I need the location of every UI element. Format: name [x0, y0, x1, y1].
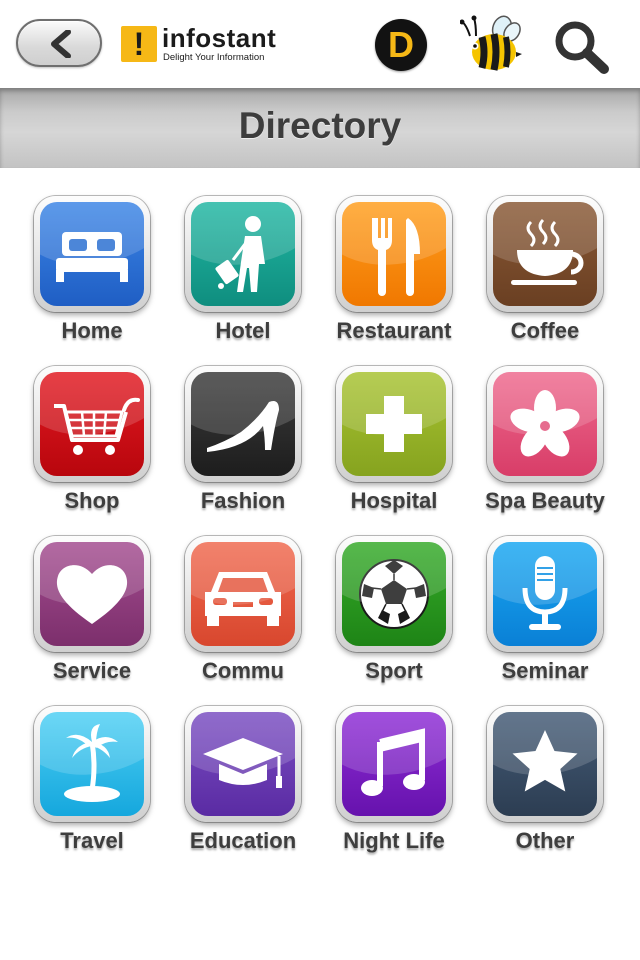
category-seminar[interactable]: Seminar — [453, 508, 604, 683]
tile-frame — [185, 196, 301, 312]
category-travel[interactable]: Travel — [0, 678, 151, 853]
category-fashion[interactable]: Fashion — [151, 338, 302, 513]
tile-face — [191, 542, 295, 646]
tile-frame — [336, 706, 452, 822]
tile-face — [493, 372, 597, 476]
plus-cross-icon — [366, 396, 422, 452]
tile-frame — [336, 536, 452, 652]
category-service[interactable]: Service — [0, 508, 151, 683]
bee-button[interactable] — [459, 12, 524, 76]
search-icon — [555, 21, 609, 74]
fork-knife-icon — [372, 218, 420, 296]
star-icon — [512, 730, 578, 792]
category-hotel[interactable]: Hotel — [151, 168, 302, 343]
brand-tagline: Delight Your Information — [163, 52, 265, 63]
tile-frame — [336, 196, 452, 312]
category-other[interactable]: Other — [453, 678, 604, 853]
top-bar: ! infostant Delight Your Information D — [0, 0, 640, 88]
tile-frame — [487, 536, 603, 652]
tile-frame — [487, 366, 603, 482]
palm-island-icon — [64, 724, 120, 802]
graduation-cap-icon — [203, 738, 283, 788]
tile-face — [493, 712, 597, 816]
brand-name: infostant — [162, 23, 277, 53]
tile-face — [493, 202, 597, 306]
microphone-icon — [522, 556, 568, 630]
category-label: Other — [515, 828, 575, 853]
shopping-cart-icon — [54, 397, 140, 455]
category-education[interactable]: Education — [151, 678, 302, 853]
tile-frame — [185, 366, 301, 482]
tile-frame — [185, 706, 301, 822]
category-restaurant[interactable]: Restaurant — [302, 168, 453, 343]
tile-face — [191, 372, 295, 476]
tile-face — [342, 542, 446, 646]
category-sport[interactable]: Sport — [302, 508, 453, 683]
tile-frame — [336, 366, 452, 482]
category-shop[interactable]: Shop — [0, 338, 151, 513]
d-label: D — [388, 24, 414, 65]
tile-face — [40, 542, 144, 646]
page-title: Directory — [238, 105, 402, 146]
car-icon — [205, 572, 281, 626]
tile-frame — [185, 536, 301, 652]
tile-face — [40, 202, 144, 306]
back-button[interactable] — [16, 19, 102, 67]
tile-frame — [34, 196, 150, 312]
soccer-ball-icon — [359, 559, 429, 629]
category-spa-beauty[interactable]: Spa Beauty — [453, 338, 605, 513]
tile-frame — [487, 706, 603, 822]
coffee-cup-icon — [511, 218, 584, 285]
category-home[interactable]: Home — [0, 168, 151, 343]
tile-face — [342, 202, 446, 306]
title-bar: Directory — [0, 88, 640, 168]
tile-face — [191, 202, 295, 306]
tile-frame — [487, 196, 603, 312]
category-night-life[interactable]: Night Life — [302, 678, 453, 853]
category-commu[interactable]: Commu — [151, 508, 302, 683]
music-note-icon — [361, 728, 425, 796]
tile-face — [40, 712, 144, 816]
d-button[interactable]: D — [375, 19, 427, 71]
tile-frame — [34, 536, 150, 652]
tile-frame — [34, 706, 150, 822]
high-heel-icon — [207, 401, 279, 452]
brand-mark: ! — [121, 26, 157, 62]
tile-frame — [34, 366, 150, 482]
traveler-luggage-icon — [215, 216, 265, 292]
heart-icon — [56, 565, 128, 624]
category-coffee[interactable]: Coffee — [453, 168, 604, 343]
bee-icon — [459, 15, 522, 71]
flower-icon — [510, 390, 580, 457]
tile-face — [191, 712, 295, 816]
category-hospital[interactable]: Hospital — [302, 338, 453, 513]
back-arrow-icon — [51, 30, 71, 58]
tile-face — [342, 372, 446, 476]
tile-face — [342, 712, 446, 816]
search-button[interactable] — [550, 18, 612, 76]
tile-face — [493, 542, 597, 646]
brand-logo: ! infostant Delight Your Information — [121, 23, 291, 66]
bed-icon — [56, 232, 128, 282]
tile-face — [40, 372, 144, 476]
